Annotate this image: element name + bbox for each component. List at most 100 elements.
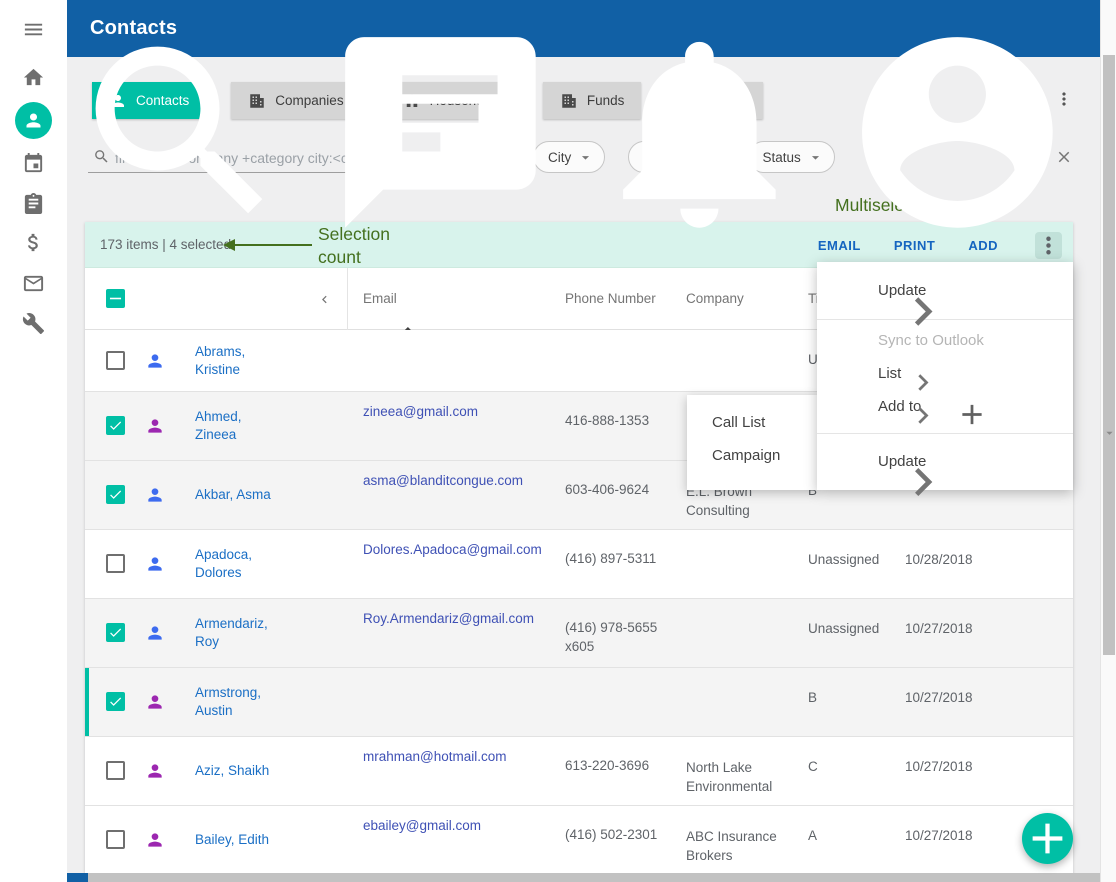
app-window: Contacts ContactsCompaniesHouseholdsFund… <box>0 0 1116 882</box>
contact-tier: B <box>808 690 893 705</box>
bottom-left-accent <box>67 873 88 882</box>
contact-row: Armstrong, Austin B 10/27/2018 <box>85 668 1073 737</box>
sidebar-item-mail[interactable] <box>22 272 45 295</box>
tools-icon <box>22 312 45 335</box>
contact-company: ABC Insurance Brokers <box>686 827 779 865</box>
contact-phone: (416) 978-5655 x605 <box>565 618 671 656</box>
contact-name-link[interactable]: Akbar, Asma <box>195 486 278 504</box>
contact-avatar-icon <box>145 485 165 505</box>
contact-name-link[interactable]: Apadoca, Dolores <box>195 546 278 582</box>
menu-item-update[interactable]: Update <box>817 262 1073 319</box>
row-checkbox[interactable] <box>106 830 125 849</box>
mail-icon <box>22 272 45 295</box>
contact-row: Bailey, Edith ebailey@gmail.com (416) 502-… <box>85 806 1073 875</box>
contact-row: Aziz, Shaikhmrahman@hotmail.com613-220-3… <box>85 737 1073 806</box>
billing-icon <box>22 231 45 254</box>
topbar-actions <box>67 18 1072 247</box>
contact-tier: C <box>808 759 893 774</box>
contact-tier: A <box>808 828 893 843</box>
row-checkbox[interactable] <box>106 416 125 435</box>
check-icon <box>108 418 123 433</box>
annotation-line: count <box>318 246 390 269</box>
multiselect-dropdown-menu: Update Sync to Outlook List Add to <box>817 262 1073 490</box>
contact-phone: (416) 502-2301 <box>565 825 671 844</box>
contact-phone: 603-406-9624 <box>565 480 671 499</box>
contact-avatar-icon <box>145 692 165 712</box>
row-checkbox[interactable] <box>106 623 125 642</box>
contact-date: 10/27/2018 <box>905 759 973 774</box>
contact-avatar-icon <box>145 416 165 436</box>
contact-name-link[interactable]: Aziz, Shaikh <box>195 762 278 780</box>
sidebar-item-calendar[interactable] <box>22 152 45 175</box>
sidebar-item-billing[interactable] <box>22 231 45 254</box>
contact-name-link[interactable]: Bailey, Edith <box>195 831 278 849</box>
column-header-email[interactable]: Email <box>363 268 397 330</box>
contact-name-link[interactable]: Armstrong, Austin <box>195 684 278 720</box>
row-checkbox[interactable] <box>106 554 125 573</box>
contact-name-link[interactable]: Armendariz, Roy <box>195 615 278 651</box>
chevron-right-icon <box>795 454 1051 510</box>
contact-email-link[interactable]: asma@blanditcongue.com <box>363 473 523 488</box>
contact-email-link[interactable]: Dolores.Apadoca@gmail.com <box>363 542 542 557</box>
collapse-columns-icon[interactable] <box>317 292 332 307</box>
vertical-scrollbar[interactable] <box>1100 0 1116 882</box>
calendar-icon <box>22 152 45 175</box>
contact-date: 10/27/2018 <box>905 621 973 636</box>
notifications-bell-icon[interactable] <box>585 18 814 247</box>
indeterminate-icon <box>106 289 125 308</box>
bottom-scroll-strip <box>88 873 1100 882</box>
contact-row: Apadoca, Dolores Dolores.Apadoca@gmail.co… <box>85 530 1073 599</box>
contact-avatar-icon <box>145 761 165 781</box>
menu-item-sync-to-outlook: Sync to Outlook <box>817 324 1073 357</box>
column-header-company[interactable]: Company <box>686 268 744 330</box>
menu-icon <box>22 18 45 41</box>
search-icon[interactable] <box>67 18 296 247</box>
scroll-down-icon[interactable] <box>1102 0 1116 874</box>
contact-name-link[interactable]: Ahmed, Zineea <box>195 408 278 444</box>
sidebar-item-menu[interactable] <box>22 18 45 41</box>
chevron-right-icon <box>795 399 1051 432</box>
contact-email-link[interactable]: ebailey@gmail.com <box>363 818 481 833</box>
contact-date: 10/28/2018 <box>905 552 973 567</box>
contact-avatar-icon <box>145 830 165 850</box>
account-icon[interactable] <box>843 18 1072 247</box>
contact-avatar-icon <box>145 351 165 371</box>
menu-item-add-to[interactable]: Add to <box>817 390 1073 423</box>
annotation-selection-count: Selection count <box>318 223 390 269</box>
contact-avatar-icon <box>145 554 165 574</box>
sidebar-item-home[interactable] <box>22 66 45 89</box>
select-all-checkbox[interactable] <box>106 289 125 308</box>
top-app-bar: Contacts <box>67 0 1100 57</box>
check-icon <box>108 487 123 502</box>
row-checkbox[interactable] <box>106 761 125 780</box>
contact-date: 10/27/2018 <box>905 828 973 843</box>
sidebar-item-tasks[interactable] <box>22 192 45 215</box>
current-row-indicator <box>85 668 89 736</box>
sidebar-item-contacts[interactable] <box>15 102 52 139</box>
chat-icon[interactable] <box>326 18 555 247</box>
contact-avatar-icon <box>145 623 165 643</box>
menu-item-label: Sync to Outlook <box>878 332 984 349</box>
row-checkbox[interactable] <box>106 485 125 504</box>
contact-phone: (416) 897-5311 <box>565 549 671 568</box>
row-checkbox[interactable] <box>106 692 125 711</box>
left-sidebar <box>0 0 67 882</box>
contact-email-link[interactable]: mrahman@hotmail.com <box>363 749 507 764</box>
column-header-phone[interactable]: Phone Number <box>565 268 656 330</box>
add-contact-fab[interactable] <box>1022 813 1073 864</box>
menu-item-update-2[interactable]: Update <box>817 434 1073 490</box>
tasks-icon <box>22 192 45 215</box>
contact-date: 10/27/2018 <box>905 690 973 705</box>
check-icon <box>108 625 123 640</box>
contact-email-link[interactable]: zineea@gmail.com <box>363 404 478 419</box>
contact-name-link[interactable]: Abrams, Kristine <box>195 343 278 379</box>
annotation-arrow <box>234 244 312 246</box>
sidebar-item-tools[interactable] <box>22 312 45 335</box>
plus-icon <box>1022 813 1073 864</box>
menu-item-list[interactable]: List <box>817 357 1073 390</box>
row-checkbox[interactable] <box>106 351 125 370</box>
contact-phone: 416-888-1353 <box>565 411 671 430</box>
contact-email-link[interactable]: Roy.Armendariz@gmail.com <box>363 611 534 626</box>
contact-row: Armendariz, Roy Roy.Armendariz@gmail.com (… <box>85 599 1073 668</box>
home-icon <box>22 66 45 89</box>
